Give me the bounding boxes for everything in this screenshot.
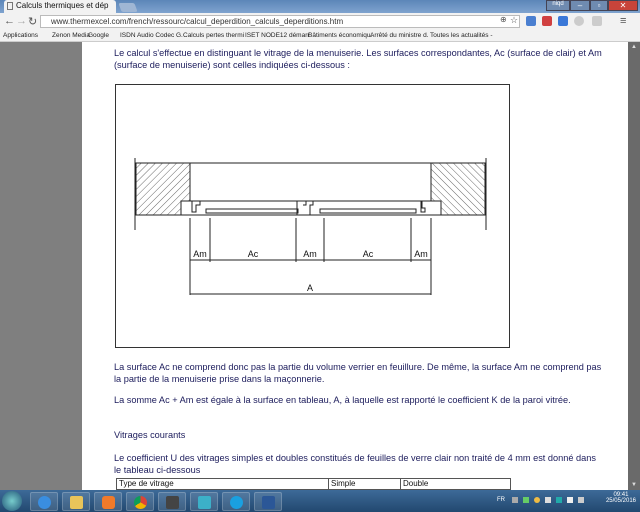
- taskbar-chrome[interactable]: [126, 492, 154, 511]
- language-indicator[interactable]: FR: [497, 497, 505, 503]
- system-tray-icons[interactable]: [512, 497, 584, 503]
- scroll-up-icon[interactable]: ▲: [631, 44, 637, 50]
- taskbar-explorer[interactable]: [62, 492, 90, 511]
- clock-date: 25/05/2016: [605, 498, 636, 504]
- label-ac-left: Ac: [248, 249, 259, 259]
- taskbar-autodesk[interactable]: [190, 492, 218, 511]
- tray-icon[interactable]: [512, 497, 518, 503]
- tray-icon[interactable]: [556, 497, 562, 503]
- volume-icon[interactable]: [578, 497, 584, 503]
- network-icon[interactable]: [567, 497, 573, 503]
- start-button[interactable]: [2, 491, 22, 511]
- vertical-scrollbar[interactable]: ▲ ▼: [628, 42, 640, 490]
- label-am-right: Am: [414, 249, 428, 259]
- tray-icon[interactable]: [534, 497, 540, 503]
- tray-icon[interactable]: [523, 497, 529, 503]
- label-am-left: Am: [193, 249, 207, 259]
- label-a-total: A: [307, 283, 313, 293]
- taskbar: FR 09:41 25/05/2016: [0, 490, 640, 512]
- flag-icon[interactable]: [545, 497, 551, 503]
- diagram-drawing: Am Ac Am Ac Am A: [134, 158, 487, 295]
- label-am-middle: Am: [303, 249, 317, 259]
- taskbar-ie[interactable]: [30, 492, 58, 511]
- taskbar-skype[interactable]: [222, 492, 250, 511]
- taskbar-app[interactable]: [158, 492, 186, 511]
- taskbar-media-player[interactable]: [94, 492, 122, 511]
- taskbar-word[interactable]: [254, 492, 282, 511]
- clock[interactable]: 09:41 25/05/2016: [606, 492, 636, 504]
- label-ac-right: Ac: [363, 249, 374, 259]
- scroll-down-icon[interactable]: ▼: [631, 482, 637, 488]
